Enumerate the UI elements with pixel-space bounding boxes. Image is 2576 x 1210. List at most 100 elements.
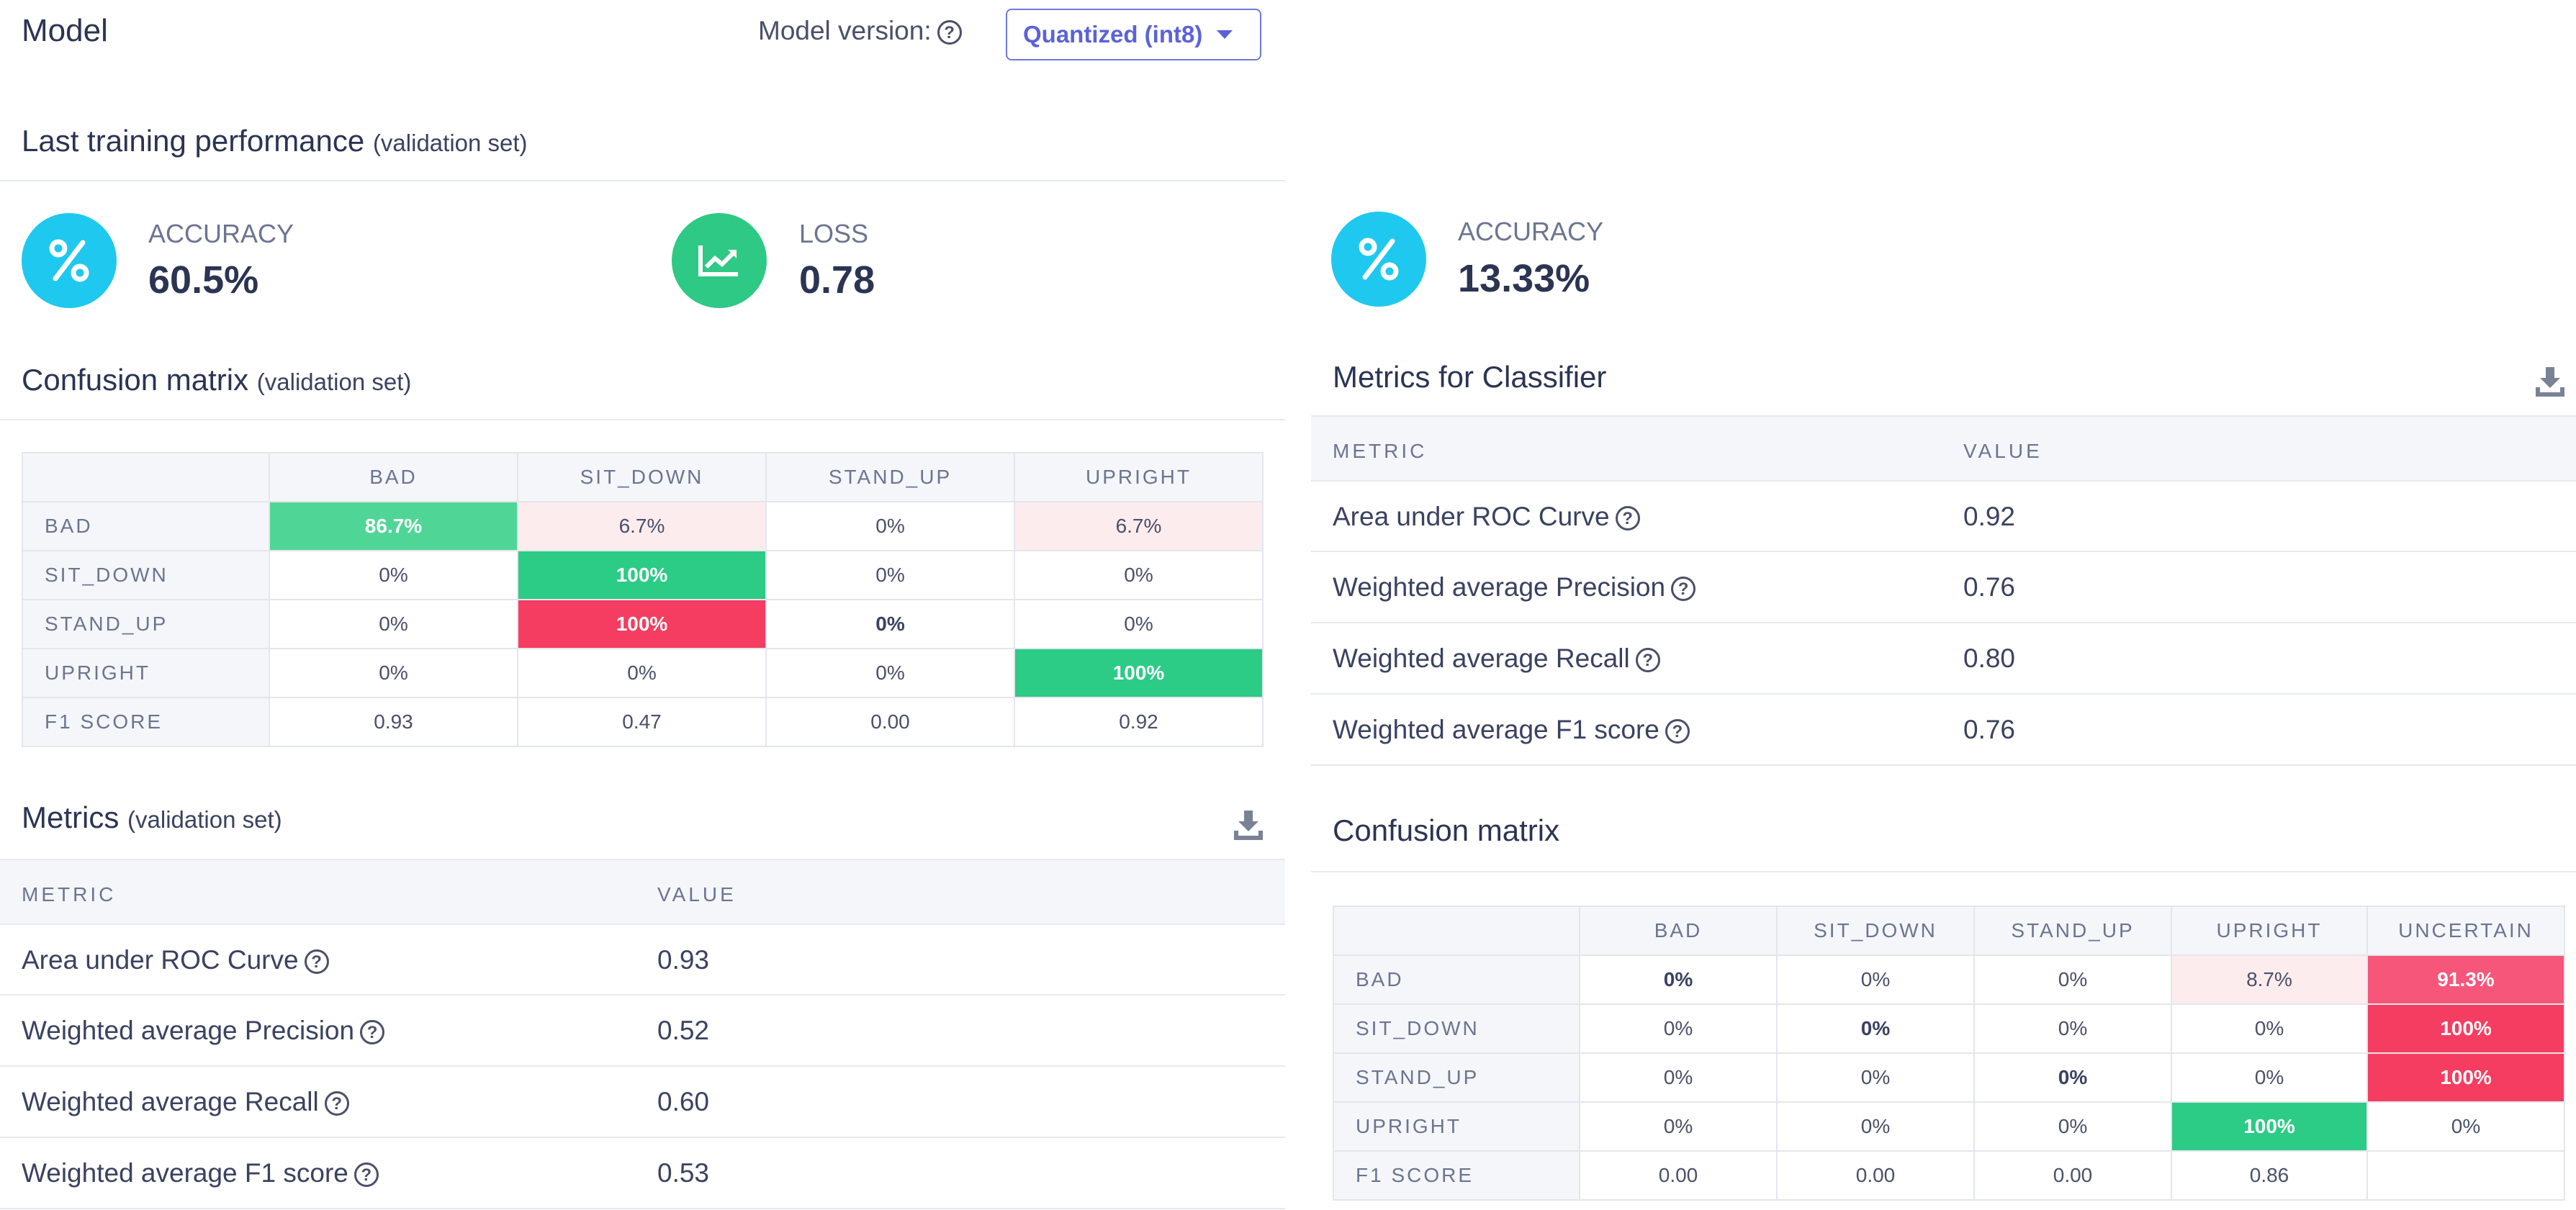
matrix-cell: 0% xyxy=(1776,954,1975,1005)
training-subtitle: (validation set) xyxy=(372,130,528,156)
matrix-cell: 100% xyxy=(2366,1003,2565,1054)
metric-name-text: Weighted average Precision xyxy=(1333,572,1666,602)
metric-name-text: Weighted average F1 score xyxy=(1333,715,1659,744)
f1-cell: 0.86 xyxy=(2171,1150,2368,1201)
model-version-select[interactable]: Quantized (int8) xyxy=(1006,9,1261,60)
training-title: Last training performance xyxy=(22,124,365,158)
matrix-cell: 0% xyxy=(2171,1052,2368,1103)
matrix-cell: 0% xyxy=(1973,1101,2172,1152)
metric-row: Weighted average F1 score? 0.76 xyxy=(1311,695,2576,766)
matrix-cell: 6.7% xyxy=(1014,501,1264,551)
matrix-cell: 0% xyxy=(1579,1052,1778,1103)
model-version-label-text: Model version: xyxy=(758,16,932,45)
metric-row: Weighted average Precision? 0.52 xyxy=(0,995,1285,1067)
matrix-corner xyxy=(22,452,270,502)
metric-row: Weighted average Precision? 0.76 xyxy=(1311,552,2576,623)
metric-name-text: Area under ROC Curve xyxy=(22,945,299,975)
metric-name: Weighted average F1 score? xyxy=(1333,715,1690,745)
help-circle-icon[interactable]: ? xyxy=(1671,577,1696,602)
column-header: UNCERTAIN xyxy=(2366,906,2565,956)
row-header: SIT_DOWN xyxy=(1333,1003,1580,1054)
row-header: BAD xyxy=(1333,954,1580,1005)
f1-cell: 0.00 xyxy=(1973,1150,2172,1201)
metric-value: 0.52 xyxy=(657,1016,710,1045)
f1-cell: 0.93 xyxy=(269,697,518,747)
chevron-down-icon xyxy=(1217,30,1233,39)
model-version-value: Quantized (int8) xyxy=(1023,21,1203,48)
metric-name: Weighted average F1 score? xyxy=(22,1158,379,1188)
divider xyxy=(0,419,1285,420)
column-header: SIT_DOWN xyxy=(1776,906,1975,956)
matrix-cell: 0% xyxy=(765,648,1015,698)
matrix-cell: 100% xyxy=(517,599,767,649)
help-circle-icon[interactable]: ? xyxy=(304,949,329,975)
column-header: UPRIGHT xyxy=(2171,906,2368,956)
matrix-cell: 100% xyxy=(2171,1101,2368,1152)
help-circle-icon[interactable]: ? xyxy=(1635,648,1660,673)
matrix-cell: 100% xyxy=(1014,648,1264,698)
training-section-title: Last training performance (validation se… xyxy=(22,124,528,158)
matrix-cell: 0% xyxy=(1579,1101,1778,1152)
matrix-cell: 0% xyxy=(765,599,1015,649)
metric-name: Weighted average Recall? xyxy=(22,1087,349,1117)
matrix-cell: 0% xyxy=(2366,1101,2565,1152)
model-version-label: Model version:? xyxy=(758,16,962,46)
help-circle-icon[interactable]: ? xyxy=(353,1162,379,1188)
help-circle-icon[interactable]: ? xyxy=(360,1020,385,1045)
row-header: UPRIGHT xyxy=(22,648,270,698)
matrix-cell: 0% xyxy=(517,648,767,698)
metric-name-text: Area under ROC Curve xyxy=(1333,502,1610,531)
matrix-cell: 0% xyxy=(1776,1003,1975,1054)
metric-name: Area under ROC Curve? xyxy=(1333,502,1640,532)
matrix-cell: 8.7% xyxy=(2171,954,2368,1005)
value-column-header: VALUE xyxy=(657,883,737,906)
metric-row: Weighted average Recall? 0.80 xyxy=(1311,623,2576,695)
row-header: F1 SCORE xyxy=(22,697,270,747)
confusion-matrix-right: BAD SIT_DOWN STAND_UP UPRIGHT UNCERTAIN … xyxy=(1333,906,2565,1201)
metric-value: 0.76 xyxy=(1963,715,2016,744)
metrics-left-subtitle: (validation set) xyxy=(127,806,282,833)
value-column-header: VALUE xyxy=(1963,440,2043,462)
column-header: STAND_UP xyxy=(765,452,1015,502)
metric-value: 0.76 xyxy=(1963,572,2016,602)
column-header: BAD xyxy=(269,452,518,502)
metric-row: Area under ROC Curve? 0.92 xyxy=(1311,482,2576,552)
matrix-cell: 0% xyxy=(1973,954,2172,1005)
matrix-cell: 6.7% xyxy=(517,501,767,551)
metric-row: Area under ROC Curve? 0.93 xyxy=(0,925,1285,995)
matrix-cell: 0% xyxy=(1014,599,1264,649)
confusion-matrix-left: BAD SIT_DOWN STAND_UP UPRIGHT BAD 86.7% … xyxy=(22,452,1264,747)
test-accuracy-label: ACCURACY xyxy=(1458,217,1604,246)
metric-row: Weighted average F1 score? 0.53 xyxy=(0,1138,1285,1209)
column-header: SIT_DOWN xyxy=(517,452,767,502)
matrix-cell: 0% xyxy=(269,648,518,698)
row-header: SIT_DOWN xyxy=(22,550,270,600)
metric-row: Weighted average Recall? 0.60 xyxy=(0,1067,1285,1138)
matrix-cell: 0% xyxy=(269,550,518,600)
matrix-cell: 0% xyxy=(1973,1003,2172,1054)
column-header: BAD xyxy=(1579,906,1778,956)
help-circle-icon[interactable]: ? xyxy=(1615,506,1640,531)
metric-name-text: Weighted average Precision xyxy=(22,1016,355,1045)
matrix-cell: 0% xyxy=(1776,1101,1975,1152)
download-icon[interactable] xyxy=(1233,809,1264,841)
help-circle-icon[interactable]: ? xyxy=(1665,719,1690,744)
training-loss-value: 0.78 xyxy=(799,258,875,302)
metric-value: 0.92 xyxy=(1963,502,2016,531)
percent-icon xyxy=(22,213,117,308)
metric-value: 0.93 xyxy=(657,945,710,975)
f1-cell xyxy=(2366,1150,2565,1201)
column-header: UPRIGHT xyxy=(1014,452,1264,502)
metric-column-header: METRIC xyxy=(22,883,117,906)
metric-name: Weighted average Recall? xyxy=(1333,644,1660,674)
matrix-cell: 86.7% xyxy=(269,501,518,551)
row-header: STAND_UP xyxy=(1333,1052,1580,1103)
row-header: BAD xyxy=(22,501,270,551)
help-circle-icon[interactable]: ? xyxy=(937,20,962,45)
matrix-cell: 0% xyxy=(1014,550,1264,600)
metrics-right-header: METRIC VALUE xyxy=(1311,415,2576,482)
help-circle-icon[interactable]: ? xyxy=(324,1091,349,1116)
download-icon[interactable] xyxy=(2534,366,2566,397)
matrix-corner xyxy=(1333,906,1580,956)
matrix-cell: 0% xyxy=(269,599,518,649)
